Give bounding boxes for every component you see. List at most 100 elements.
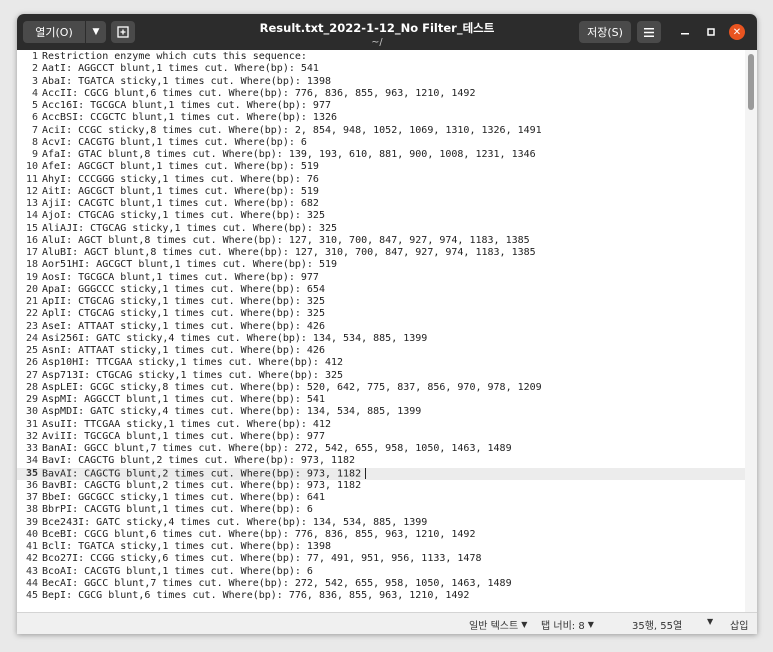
text-line[interactable]: 15 AliAJI: CTGCAG sticky,1 times cut. Whe…: [17, 223, 745, 235]
line-text: AfeI: AGCGCT blunt,1 times cut. Where(bp…: [42, 161, 319, 173]
text-lines[interactable]: 1 Restriction enzyme which cuts this sequ…: [17, 51, 745, 602]
text-line[interactable]: 23 AseI: ATTAAT sticky,1 times cut. Where…: [17, 321, 745, 333]
line-text: AosI: TGCGCA blunt,1 times cut. Where(bp…: [42, 271, 319, 283]
line-text: AciI: CCGC sticky,8 times cut. Where(bp)…: [42, 124, 542, 136]
text-line[interactable]: 33 BanAI: GGCC blunt,7 times cut. Where(b…: [17, 443, 745, 455]
text-line[interactable]: 30 AspMDI: GATC sticky,4 times cut. Where…: [17, 406, 745, 418]
vertical-scrollbar[interactable]: [745, 50, 757, 613]
line-number: 9: [31, 149, 38, 160]
line-text: AluI: AGCT blunt,8 times cut. Where(bp):…: [42, 234, 530, 246]
text-line[interactable]: 16 AluI: AGCT blunt,8 times cut. Where(bp…: [17, 235, 745, 247]
text-line[interactable]: 8 AcvI: CACGTG blunt,1 times cut. Where(b…: [17, 137, 745, 149]
text-line[interactable]: 3 AbaI: TGATCA sticky,1 times cut. Where(…: [17, 76, 745, 88]
text-line[interactable]: 17 AluBI: AGCT blunt,8 times cut. Where(b…: [17, 247, 745, 259]
open-dropdown-button[interactable]: ▼: [86, 21, 106, 43]
save-button[interactable]: 저장(S): [579, 21, 631, 43]
scrollbar-thumb[interactable]: [748, 54, 754, 110]
text-line[interactable]: 1 Restriction enzyme which cuts this sequ…: [17, 51, 745, 63]
text-line[interactable]: 9 AfaI: GTAC blunt,8 times cut. Where(bp)…: [17, 149, 745, 161]
text-editor-area[interactable]: 1 Restriction enzyme which cuts this sequ…: [17, 50, 757, 613]
line-text: Bce243I: GATC sticky,4 times cut. Where(…: [42, 516, 428, 528]
line-number: 6: [31, 112, 38, 124]
text-line[interactable]: 43 BcoAI: CACGTG blunt,1 times cut. Where…: [17, 566, 745, 578]
line-text: Asp713I: CTGCAG sticky,1 times cut. Wher…: [42, 369, 344, 381]
triangle-down-icon: ▼: [587, 620, 594, 629]
text-line[interactable]: 45 BepI: CGCG blunt,6 times cut. Where(bp…: [17, 590, 745, 602]
line-number: 8: [31, 136, 38, 148]
line-text: BavI: CAGCTG blunt,2 times cut. Where(bp…: [42, 455, 356, 467]
text-line[interactable]: 35 BavAI: CAGCTG blunt,2 times cut. Where…: [17, 467, 745, 480]
line-text: AviII: TGCGCA blunt,1 times cut. Where(b…: [42, 430, 325, 442]
tab-width-selector[interactable]: 탭 너비: 8 ▼: [541, 617, 594, 632]
line-number: 45: [25, 590, 38, 601]
text-line[interactable]: 10 AfeI: AGCGCT blunt,1 times cut. Where(…: [17, 161, 745, 173]
line-number: 19: [25, 271, 38, 283]
maximize-icon: [707, 28, 715, 36]
text-line[interactable]: 2 AatI: AGGCCT blunt,1 times cut. Where(b…: [17, 63, 745, 75]
new-tab-icon: [117, 26, 129, 38]
text-cursor: [365, 467, 367, 479]
text-line[interactable]: 42 Bco27I: CCGG sticky,6 times cut. Where…: [17, 553, 745, 565]
text-line[interactable]: 11 AhyI: CCCGGG sticky,1 times cut. Where…: [17, 174, 745, 186]
text-line[interactable]: 40 BceBI: CGCG blunt,6 times cut. Where(b…: [17, 529, 745, 541]
line-number: 31: [25, 418, 38, 430]
line-text: BclI: TGATCA sticky,1 times cut. Where(b…: [42, 541, 331, 552]
close-button[interactable]: ✕: [729, 24, 745, 40]
header-bar: 열기(O) ▼ Result.txt_2022-1-12_No Filter_테…: [17, 14, 757, 50]
text-line[interactable]: 28 AspLEI: GCGC sticky,8 times cut. Where…: [17, 382, 745, 394]
text-line[interactable]: 4 AccII: CGCG blunt,6 times cut. Where(bp…: [17, 88, 745, 100]
text-line[interactable]: 24 Asi256I: GATC sticky,4 times cut. Wher…: [17, 333, 745, 345]
text-line[interactable]: 34 BavI: CAGCTG blunt,2 times cut. Where(…: [17, 455, 745, 467]
text-line[interactable]: 25 AsnI: ATTAAT sticky,1 times cut. Where…: [17, 345, 745, 357]
line-number: 29: [25, 394, 38, 405]
text-line[interactable]: 12 AitI: AGCGCT blunt,1 times cut. Where(…: [17, 186, 745, 198]
line-text: Asp10HI: TTCGAA sticky,1 times cut. Wher…: [42, 357, 344, 369]
text-line[interactable]: 14 AjoI: CTGCAG sticky,1 times cut. Where…: [17, 210, 745, 222]
line-text: BecAI: GGCC blunt,7 times cut. Where(bp)…: [42, 577, 512, 589]
maximize-button[interactable]: [703, 24, 719, 40]
tab-width-label: 탭 너비: 8: [541, 621, 585, 632]
text-line[interactable]: 19 AosI: TGCGCA blunt,1 times cut. Where(…: [17, 272, 745, 284]
text-line[interactable]: 39 Bce243I: GATC sticky,4 times cut. Wher…: [17, 517, 745, 529]
language-selector[interactable]: 일반 텍스트 ▼: [469, 617, 527, 632]
main-menu-button[interactable]: [637, 21, 661, 43]
text-line[interactable]: 20 ApaI: GGGCCC sticky,1 times cut. Where…: [17, 284, 745, 296]
cursor-position[interactable]: 35행, 55열: [632, 617, 682, 632]
line-number: 37: [25, 492, 38, 503]
line-number: 7: [31, 124, 38, 136]
insert-mode-indicator[interactable]: 삽입: [730, 617, 748, 632]
text-line[interactable]: 22 AplI: CTGCAG sticky,1 times cut. Where…: [17, 308, 745, 320]
text-line[interactable]: 27 Asp713I: CTGCAG sticky,1 times cut. Wh…: [17, 370, 745, 382]
line-text: BavAI: CAGCTG blunt,2 times cut. Where(b…: [42, 468, 362, 479]
text-line[interactable]: 32 AviII: TGCGCA blunt,1 times cut. Where…: [17, 431, 745, 443]
line-text: AliAJI: CTGCAG sticky,1 times cut. Where…: [42, 222, 338, 234]
line-text: AplI: CTGCAG sticky,1 times cut. Where(b…: [42, 308, 325, 320]
text-line[interactable]: 44 BecAI: GGCC blunt,7 times cut. Where(b…: [17, 578, 745, 590]
text-line[interactable]: 41 BclI: TGATCA sticky,1 times cut. Where…: [17, 541, 745, 553]
text-line[interactable]: 5 Acc16I: TGCGCA blunt,1 times cut. Where…: [17, 100, 745, 112]
text-line[interactable]: 37 BbeI: GGCGCC sticky,1 times cut. Where…: [17, 492, 745, 504]
line-number: 32: [25, 430, 38, 442]
line-number: 36: [25, 479, 38, 491]
text-line[interactable]: 38 BbrPI: CACGTG blunt,1 times cut. Where…: [17, 504, 745, 516]
text-line[interactable]: 7 AciI: CCGC sticky,8 times cut. Where(bp…: [17, 125, 745, 137]
text-line[interactable]: 6 AccBSI: CCGCTC blunt,1 times cut. Where…: [17, 112, 745, 124]
cursor-position-dropdown[interactable]: ▼: [707, 617, 713, 626]
minimize-icon: [681, 33, 689, 35]
text-line[interactable]: 36 BavBI: CAGCTG blunt,2 times cut. Where…: [17, 480, 745, 492]
text-line[interactable]: 29 AspMI: AGGCCT blunt,1 times cut. Where…: [17, 394, 745, 406]
text-line[interactable]: 13 AjiI: CACGTC blunt,1 times cut. Where(…: [17, 198, 745, 210]
minimize-button[interactable]: [677, 24, 693, 40]
line-text: AfaI: GTAC blunt,8 times cut. Where(bp):…: [42, 149, 536, 160]
text-line[interactable]: 31 AsuII: TTCGAA sticky,1 times cut. Wher…: [17, 419, 745, 431]
line-number: 27: [25, 369, 38, 381]
line-text: AhyI: CCCGGG sticky,1 times cut. Where(b…: [42, 173, 319, 185]
new-tab-button[interactable]: [111, 21, 135, 43]
text-line[interactable]: 21 ApII: CTGCAG sticky,1 times cut. Where…: [17, 296, 745, 308]
text-line[interactable]: 26 Asp10HI: TTCGAA sticky,1 times cut. Wh…: [17, 357, 745, 369]
window-title: Result.txt_2022-1-12_No Filter_테스트: [259, 21, 495, 35]
text-line[interactable]: 18 Aor51HI: AGCGCT blunt,1 times cut. Whe…: [17, 259, 745, 271]
triangle-down-icon: ▼: [707, 617, 714, 626]
line-number: 16: [25, 234, 38, 246]
open-button[interactable]: 열기(O): [23, 21, 85, 43]
